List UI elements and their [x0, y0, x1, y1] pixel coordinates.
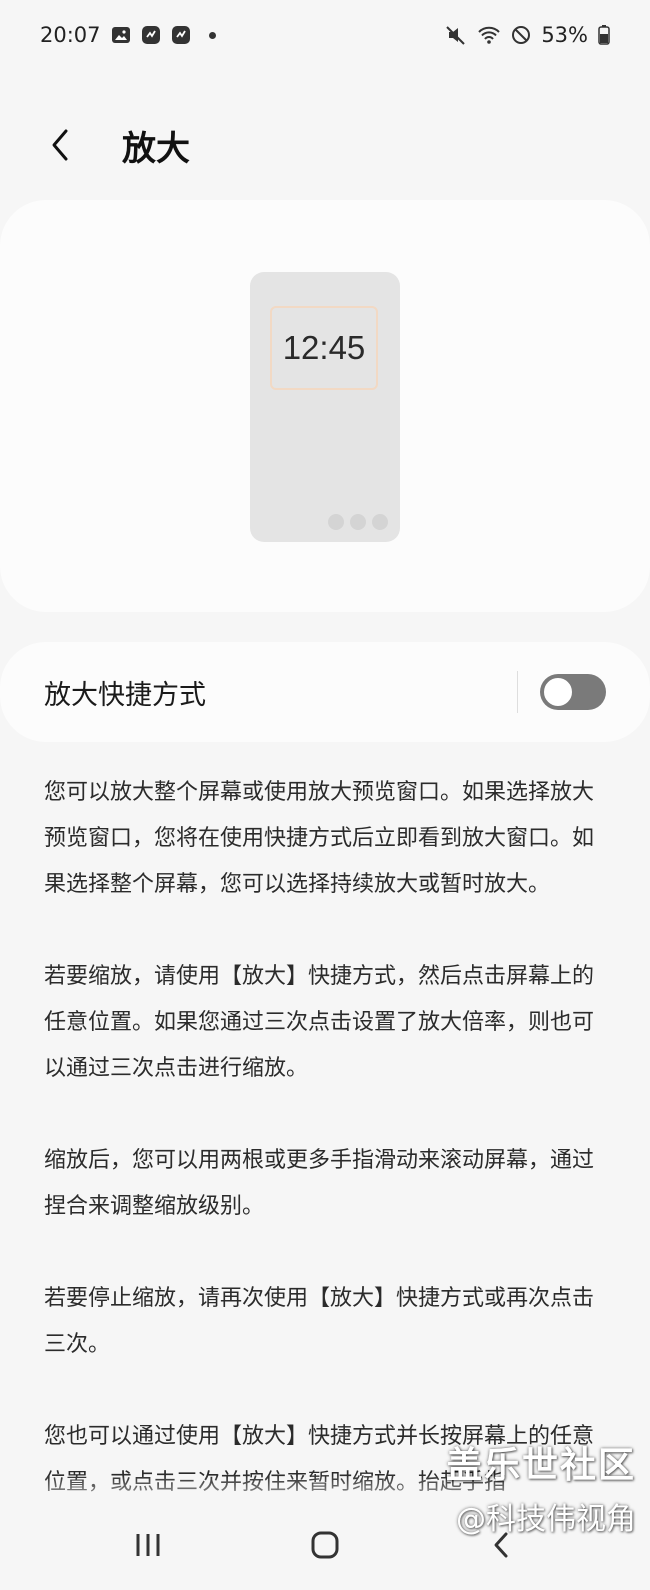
recents-button[interactable] [118, 1515, 178, 1575]
shortcut-label: 放大快捷方式 [44, 679, 206, 711]
toggle-knob [542, 676, 574, 708]
illustration-nav-dots [328, 514, 388, 530]
home-icon [311, 1531, 339, 1559]
illustration-dot [328, 514, 344, 530]
description-paragraph: 若要缩放，请使用【放大】快捷方式，然后点击屏幕上的任意位置。如果您通过三次点击设… [44, 964, 595, 1081]
watermark: 盖乐世社区 @科技伟视角 [446, 1436, 636, 1538]
mute-icon [445, 24, 467, 46]
recents-icon [136, 1534, 160, 1556]
status-right: 53% [445, 23, 610, 47]
page-title: 放大 [122, 128, 190, 169]
app-icon [141, 25, 161, 45]
home-button[interactable] [295, 1515, 355, 1575]
preview-card: 12:45 [0, 200, 650, 612]
illustration-dot [372, 514, 388, 530]
shortcut-toggle[interactable] [540, 674, 606, 710]
divider [517, 671, 518, 713]
watermark-line2: @科技伟视角 [456, 1502, 636, 1537]
app-icon [171, 25, 191, 45]
app-bar: 放大 [0, 100, 650, 190]
description-paragraph: 缩放后，您可以用两根或更多手指滑动来滚动屏幕，通过捏合来调整缩放级别。 [44, 1148, 595, 1219]
dnd-icon [511, 25, 531, 45]
watermark-line1: 盖乐世社区 [445, 1445, 636, 1486]
status-time: 20:07 [40, 23, 101, 47]
battery-icon [598, 25, 610, 45]
illustration-dot [350, 514, 366, 530]
chevron-left-icon [52, 129, 68, 161]
description: 您可以放大整个屏幕或使用放大预览窗口。如果选择放大预览窗口，您将在使用快捷方式后… [44, 770, 604, 1552]
magnified-clock: 12:45 [270, 306, 378, 390]
status-bar: 20:07 53% [0, 0, 650, 70]
back-button[interactable] [30, 115, 90, 175]
description-paragraph: 您可以放大整个屏幕或使用放大预览窗口。如果选择放大预览窗口，您将在使用快捷方式后… [44, 780, 595, 897]
phone-illustration: 12:45 [250, 272, 400, 542]
magnification-shortcut-row[interactable]: 放大快捷方式 [0, 642, 650, 742]
notification-dot-icon [208, 31, 216, 39]
description-paragraph: 若要停止缩放，请再次使用【放大】快捷方式或再次点击三次。 [44, 1286, 595, 1357]
status-left: 20:07 [40, 23, 216, 47]
gallery-icon [111, 25, 131, 45]
battery-percent: 53% [541, 23, 588, 47]
wifi-icon [477, 25, 501, 45]
